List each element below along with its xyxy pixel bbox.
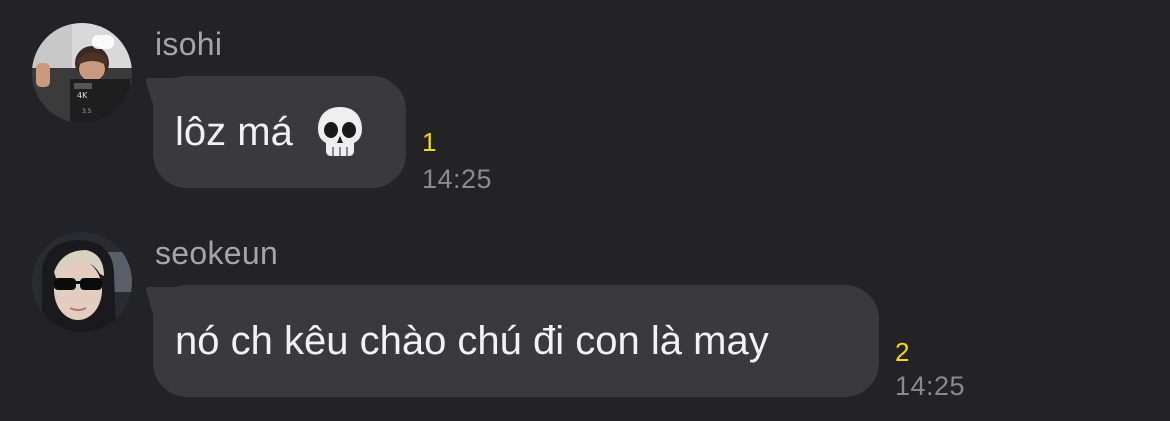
timestamp: 14:25 bbox=[422, 164, 493, 194]
message-text: lôz má bbox=[175, 109, 293, 154]
message-bubble[interactable]: nó ch kêu chào chú đi con là may bbox=[153, 285, 879, 397]
sender-name[interactable]: seokeun bbox=[155, 235, 278, 272]
svg-text:3.5: 3.5 bbox=[82, 108, 92, 115]
unread-count: 1 bbox=[422, 127, 437, 157]
message-text: nó ch kêu chào chú đi con là may bbox=[175, 318, 769, 363]
skull-emoji-icon bbox=[315, 105, 365, 159]
timestamp: 14:25 bbox=[895, 371, 966, 401]
avatar-image bbox=[32, 232, 132, 332]
unread-count: 2 bbox=[895, 337, 910, 367]
avatar[interactable]: 4K 3.5 bbox=[32, 23, 132, 123]
chat-view: 4K 3.5 isohi lôz má 1 14:25 seokeun nó c… bbox=[0, 0, 1170, 421]
sender-name[interactable]: isohi bbox=[155, 26, 222, 63]
avatar-image: 4K 3.5 bbox=[32, 23, 132, 123]
avatar[interactable] bbox=[32, 232, 132, 332]
message-bubble[interactable]: lôz má bbox=[153, 76, 406, 188]
svg-text:4K: 4K bbox=[77, 91, 88, 100]
